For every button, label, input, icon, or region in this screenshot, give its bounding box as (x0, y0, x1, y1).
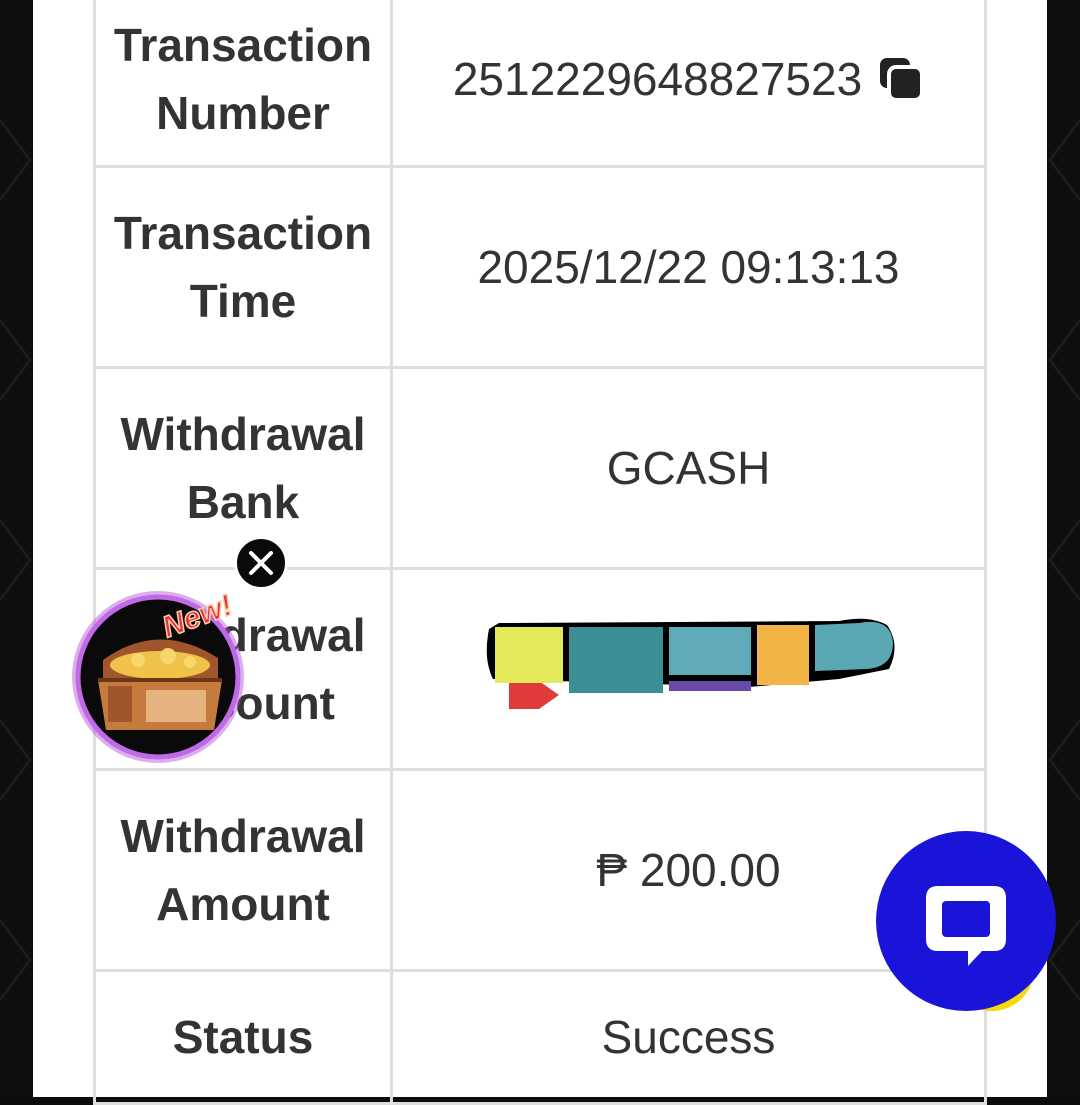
table-row: Withdrawal Amount ₱ 200.00 (93, 768, 987, 972)
label-line: Transaction (113, 207, 373, 259)
withdrawal-bank-value: GCASH (390, 366, 987, 570)
row-label: Transaction Number (93, 0, 393, 168)
treasure-promo-badge[interactable]: New! (68, 580, 258, 770)
withdrawal-account-cell (390, 567, 987, 771)
row-label: Status (93, 969, 393, 1105)
label-line: Time (189, 275, 297, 327)
transaction-number-value: 2512229648827523 (452, 53, 863, 105)
label-line: Transaction (113, 19, 373, 71)
table-row: Transaction Time 2025/12/22 09:13:13 (93, 165, 987, 369)
table-row: Transaction Number 2512229648827523 (93, 0, 987, 168)
label-line: Withdrawal (120, 810, 366, 862)
row-label: Transaction Time (93, 165, 393, 369)
row-label: Withdrawal Amount (93, 768, 393, 972)
close-icon (249, 551, 273, 575)
label-line: Number (156, 87, 330, 139)
live-chat-button[interactable] (876, 831, 1056, 1011)
copy-icon[interactable] (878, 56, 925, 102)
close-promo-button[interactable] (234, 536, 288, 590)
transaction-details-table: Transaction Number 2512229648827523 Tran… (93, 0, 987, 1105)
label-line: Bank (186, 476, 300, 528)
label-line: Amount (156, 878, 330, 930)
label-line: Status (172, 1011, 314, 1063)
label-line: Withdrawal (120, 408, 366, 460)
transaction-time-value: 2025/12/22 09:13:13 (390, 165, 987, 369)
redaction-scribble (486, 618, 895, 709)
transaction-number-cell: 2512229648827523 (390, 0, 987, 168)
table-row: Withdrawal Bank GCASH (93, 366, 987, 570)
treasure-chest-icon (98, 639, 222, 730)
table-row: Status Success (93, 969, 987, 1105)
